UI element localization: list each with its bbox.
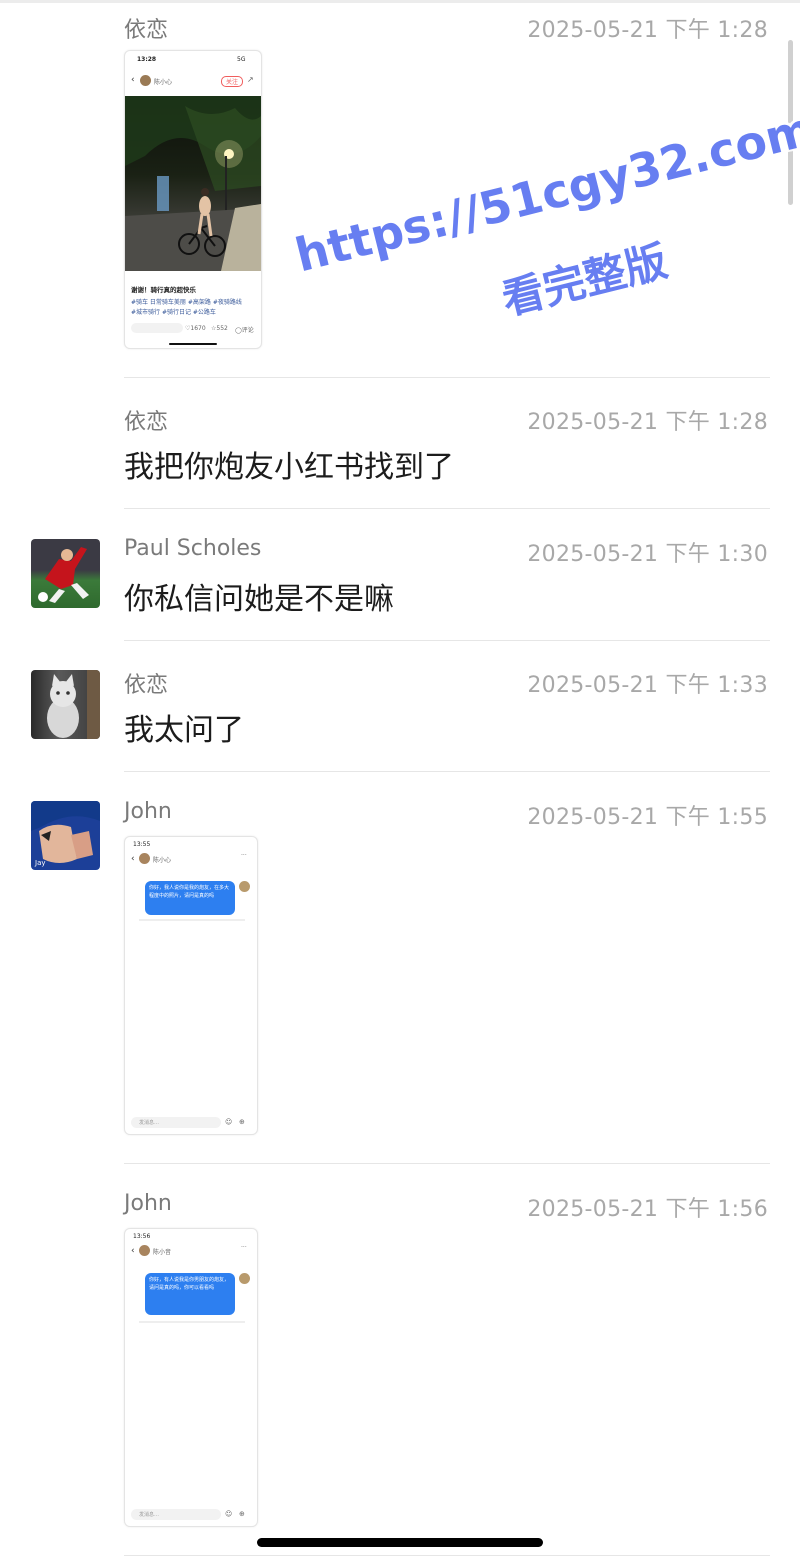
message-time: 2025-05-21 下午 1:28 (527, 410, 768, 435)
profile-name: 陈小音 (153, 1249, 172, 1256)
image-attachment[interactable]: 13:28 5G ‹ 陈小心 关注 ↗ 谢谢！骑行真的超快乐 #骑车 日常骑车美… (124, 50, 262, 349)
night-street-photo (125, 96, 261, 271)
plus-icon: ⊕ (239, 1510, 245, 1518)
system-note (139, 919, 245, 921)
follow-button: 关注 (221, 76, 244, 87)
back-icon: ‹ (131, 1246, 135, 1256)
avatar[interactable]: Jay (31, 801, 100, 870)
back-icon: ‹ (131, 75, 135, 85)
system-note (139, 1321, 245, 1323)
watermark-subtitle: 看完整版 (497, 236, 673, 325)
image-attachment[interactable]: 13:55 ‹ 陈小心 ··· 你好，我人说你是我的炮友，在多大程度中的照片，请… (124, 836, 258, 1135)
emoji-icon: ☺ (225, 1510, 233, 1518)
divider (124, 1555, 770, 1556)
avatar (139, 1245, 150, 1256)
message-text: 你私信问她是不是嘛 (124, 582, 394, 617)
divider (124, 771, 770, 772)
message-bubble: 你好，有人说我是你男朋友的炮友，请问是真的吗，你可以看看吗 (145, 1273, 235, 1315)
sender-name: Paul Scholes (124, 536, 262, 561)
message-time: 2025-05-21 下午 1:56 (527, 1197, 768, 1222)
home-indicator-mini (169, 343, 217, 345)
comment-input (131, 323, 183, 333)
image-attachment[interactable]: 13:56 ‹ 陈小音 ··· 你好，有人说我是你男朋友的炮友，请问是真的吗，你… (124, 1228, 258, 1527)
star-count: ☆552 (211, 325, 228, 332)
chat-input: 发消息… (131, 1117, 221, 1128)
sender-name: 依恋 (124, 18, 169, 43)
avatar[interactable] (31, 670, 100, 739)
sender-name: John (124, 799, 172, 824)
message-time: 2025-05-21 下午 1:30 (527, 542, 768, 567)
message-time: 2025-05-21 下午 1:28 (527, 18, 768, 43)
share-icon: ↗ (247, 75, 254, 84)
message-time: 2025-05-21 下午 1:55 (527, 805, 768, 830)
comment-count: ◯评论 (235, 327, 254, 334)
status-time: 13:55 (133, 841, 151, 848)
back-icon: ‹ (131, 854, 135, 864)
sender-name: 依恋 (124, 673, 169, 698)
divider (124, 1163, 770, 1164)
more-icon: ··· (241, 852, 247, 859)
status-time: 13:56 (133, 1233, 151, 1240)
svg-text:Jay: Jay (34, 859, 46, 867)
home-indicator[interactable] (257, 1538, 543, 1547)
status-signal: 5G (237, 56, 246, 63)
post-tags-2: #城市骑行 #骑行日记 #公路车 (131, 309, 216, 316)
avatar (239, 1273, 250, 1284)
divider (124, 640, 770, 641)
profile-name: 陈小心 (153, 857, 172, 864)
avatar (139, 853, 150, 864)
status-time: 13:28 (137, 56, 157, 63)
plus-icon: ⊕ (239, 1118, 245, 1126)
emoji-icon: ☺ (225, 1118, 233, 1126)
message-text: 我把你炮友小红书找到了 (124, 450, 454, 485)
avatar[interactable] (31, 539, 100, 608)
more-icon: ··· (241, 1244, 247, 1251)
chat-input: 发消息… (131, 1509, 221, 1520)
post-caption: 谢谢！骑行真的超快乐 (131, 286, 196, 294)
message-bubble: 你好，我人说你是我的炮友，在多大程度中的照片，请问是真的吗 (145, 881, 235, 915)
profile-name: 陈小心 (154, 79, 173, 86)
avatar (140, 75, 151, 86)
sender-name: John (124, 1191, 172, 1216)
divider (124, 508, 770, 509)
sender-name: 依恋 (124, 410, 169, 435)
like-count: ♡1670 (185, 325, 206, 332)
post-tags: #骑车 日常骑车美丽 #高架路 #夜骑路线 (131, 299, 242, 306)
top-border (0, 0, 800, 3)
message-text: 我太问了 (124, 713, 244, 748)
avatar (239, 881, 250, 892)
message-time: 2025-05-21 下午 1:33 (527, 673, 768, 698)
divider (124, 377, 770, 378)
